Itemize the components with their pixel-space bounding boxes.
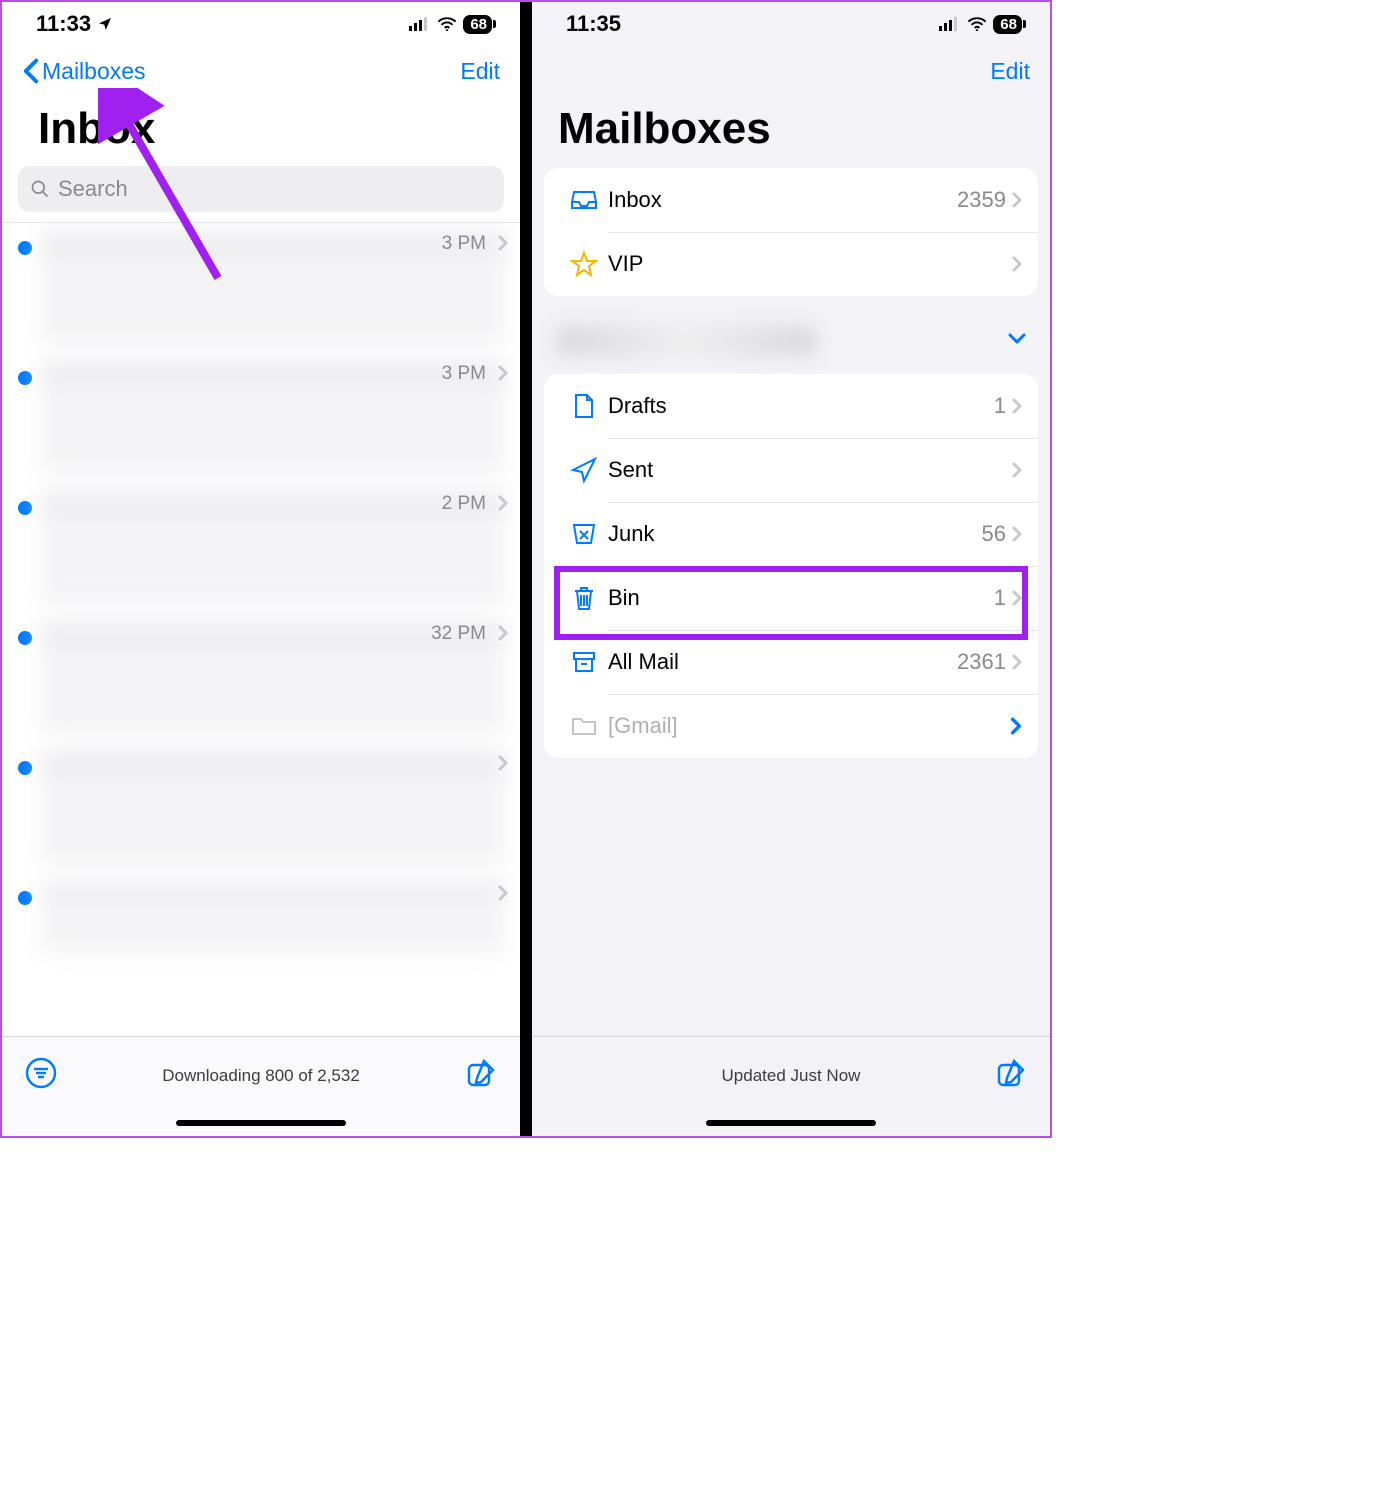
mailbox-label: Sent bbox=[608, 457, 1006, 483]
back-mailboxes-button[interactable]: Mailboxes bbox=[22, 58, 146, 85]
bottom-toolbar: Downloading 800 of 2,532 bbox=[2, 1036, 520, 1114]
mailbox-drafts[interactable]: Drafts 1 bbox=[544, 374, 1038, 438]
chevron-right-icon bbox=[498, 885, 508, 901]
mailbox-inbox[interactable]: Inbox 2359 bbox=[544, 168, 1038, 232]
back-label: Mailboxes bbox=[42, 58, 146, 85]
chevron-right-icon bbox=[1012, 398, 1022, 414]
battery-icon: 68 bbox=[993, 15, 1022, 34]
search-placeholder: Search bbox=[58, 176, 128, 202]
message-time: 3 PM bbox=[442, 233, 486, 255]
chevron-right-icon bbox=[1012, 526, 1022, 542]
inbox-list[interactable]: 3 PM 3 PM 2 PM 32 PM bbox=[2, 222, 520, 1036]
unread-dot-icon bbox=[18, 241, 32, 255]
chevron-right-icon bbox=[1012, 590, 1022, 606]
filter-button[interactable] bbox=[24, 1056, 58, 1095]
mailbox-label: All Mail bbox=[608, 649, 957, 675]
archive-icon bbox=[571, 649, 597, 675]
edit-button[interactable]: Edit bbox=[990, 58, 1030, 85]
message-row[interactable] bbox=[2, 873, 520, 963]
message-time: 2 PM bbox=[442, 493, 486, 515]
status-bar: 11:33 68 bbox=[2, 2, 520, 46]
trash-icon bbox=[571, 584, 597, 612]
mailbox-junk[interactable]: Junk 56 bbox=[544, 502, 1038, 566]
chevron-right-icon bbox=[1012, 654, 1022, 670]
message-row[interactable]: 3 PM bbox=[2, 353, 520, 483]
mailbox-label: [Gmail] bbox=[608, 713, 1010, 739]
mailbox-bin[interactable]: Bin 1 bbox=[544, 566, 1038, 630]
battery-icon: 68 bbox=[463, 15, 492, 34]
mailbox-gmail-folder[interactable]: [Gmail] bbox=[544, 694, 1038, 758]
mailbox-label: Inbox bbox=[608, 187, 957, 213]
status-time: 11:35 bbox=[566, 11, 621, 37]
mailbox-all-mail[interactable]: All Mail 2361 bbox=[544, 630, 1038, 694]
folder-icon bbox=[570, 714, 598, 738]
chevron-right-icon bbox=[1010, 717, 1022, 735]
edit-button[interactable]: Edit bbox=[460, 58, 500, 85]
message-time: 3 PM bbox=[442, 363, 486, 385]
mailbox-count: 1 bbox=[994, 585, 1006, 611]
account-name-redacted bbox=[556, 326, 816, 356]
message-row[interactable]: 32 PM bbox=[2, 613, 520, 743]
star-icon bbox=[570, 250, 598, 278]
junk-icon bbox=[570, 520, 598, 548]
toolbar-status: Downloading 800 of 2,532 bbox=[2, 1066, 520, 1086]
home-indicator bbox=[176, 1120, 346, 1126]
unread-dot-icon bbox=[18, 891, 32, 905]
mailbox-count: 2361 bbox=[957, 649, 1006, 675]
chevron-right-icon bbox=[498, 755, 508, 771]
chevron-right-icon bbox=[1012, 256, 1022, 272]
chevron-right-icon bbox=[1012, 192, 1022, 208]
home-indicator bbox=[706, 1120, 876, 1126]
mailbox-count: 2359 bbox=[957, 187, 1006, 213]
mailbox-count: 1 bbox=[994, 393, 1006, 419]
bottom-toolbar: Updated Just Now bbox=[532, 1036, 1050, 1114]
compose-button[interactable] bbox=[994, 1056, 1028, 1095]
sent-icon bbox=[570, 456, 598, 484]
unread-dot-icon bbox=[18, 371, 32, 385]
chevron-down-icon bbox=[1008, 333, 1026, 345]
wifi-icon bbox=[437, 17, 457, 31]
unread-dot-icon bbox=[18, 501, 32, 515]
mailbox-label: Drafts bbox=[608, 393, 994, 419]
chevron-right-icon bbox=[498, 235, 508, 251]
page-title: Mailboxes bbox=[532, 96, 1050, 160]
account-section-header[interactable] bbox=[532, 304, 1050, 366]
location-icon bbox=[97, 16, 113, 32]
account-mailboxes-group: Drafts 1 Sent Junk 56 Bin 1 bbox=[544, 374, 1038, 758]
mailbox-count: 56 bbox=[982, 521, 1006, 547]
chevron-right-icon bbox=[1012, 462, 1022, 478]
primary-mailboxes-group: Inbox 2359 VIP bbox=[544, 168, 1038, 296]
status-time: 11:33 bbox=[36, 11, 91, 37]
mailbox-vip[interactable]: VIP bbox=[544, 232, 1038, 296]
chevron-right-icon bbox=[498, 495, 508, 511]
message-row[interactable]: 2 PM bbox=[2, 483, 520, 613]
mailbox-label: Junk bbox=[608, 521, 982, 547]
cellular-icon bbox=[939, 17, 961, 31]
mailbox-sent[interactable]: Sent bbox=[544, 438, 1038, 502]
toolbar-status: Updated Just Now bbox=[532, 1066, 1050, 1086]
unread-dot-icon bbox=[18, 761, 32, 775]
unread-dot-icon bbox=[18, 631, 32, 645]
page-title: Inbox bbox=[2, 96, 520, 160]
mailbox-label: VIP bbox=[608, 251, 1006, 277]
search-input[interactable]: Search bbox=[18, 166, 504, 212]
compose-button[interactable] bbox=[464, 1056, 498, 1095]
message-time: 32 PM bbox=[431, 623, 486, 645]
chevron-right-icon bbox=[498, 625, 508, 641]
message-row[interactable]: 3 PM bbox=[2, 223, 520, 353]
search-icon bbox=[30, 179, 50, 199]
mailbox-label: Bin bbox=[608, 585, 994, 611]
drafts-icon bbox=[571, 392, 597, 420]
cellular-icon bbox=[409, 17, 431, 31]
inbox-icon bbox=[570, 186, 598, 214]
message-row[interactable] bbox=[2, 743, 520, 873]
chevron-right-icon bbox=[498, 365, 508, 381]
status-bar: 11:35 68 bbox=[532, 2, 1050, 46]
wifi-icon bbox=[967, 17, 987, 31]
